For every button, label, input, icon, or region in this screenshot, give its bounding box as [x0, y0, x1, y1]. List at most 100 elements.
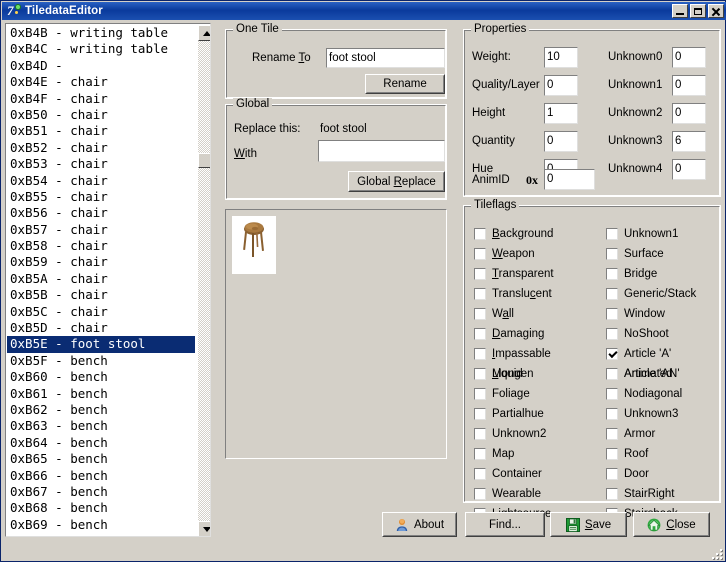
- checkbox-box[interactable]: [606, 348, 618, 360]
- checkbox-box[interactable]: [474, 488, 486, 500]
- list-item[interactable]: 0xB4B - writing table: [7, 25, 195, 41]
- tileflag-checkbox[interactable]: Bridge: [606, 268, 657, 280]
- checkbox-box[interactable]: [474, 468, 486, 480]
- checkbox-box[interactable]: [606, 248, 618, 260]
- rename-button[interactable]: Rename: [365, 74, 445, 94]
- save-button[interactable]: Save: [550, 512, 627, 537]
- list-item[interactable]: 0xB65 - bench: [7, 451, 195, 467]
- list-item[interactable]: 0xB50 - chair: [7, 107, 195, 123]
- list-item[interactable]: 0xB51 - chair: [7, 123, 195, 139]
- tileflag-checkbox[interactable]: Damaging: [474, 328, 544, 340]
- tileflag-checkbox[interactable]: NoShoot: [606, 328, 669, 340]
- scrollbar-thumb[interactable]: [198, 153, 211, 168]
- tileflag-checkbox[interactable]: Window: [606, 308, 665, 320]
- list-item[interactable]: 0xB4F - chair: [7, 91, 195, 107]
- property-input[interactable]: 0: [672, 75, 706, 96]
- tileflag-checkbox[interactable]: StairRight: [606, 488, 675, 500]
- tileflag-checkbox[interactable]: Foliage: [474, 388, 530, 400]
- tileflag-checkbox[interactable]: Armor: [606, 428, 655, 440]
- property-input[interactable]: 6: [672, 131, 706, 152]
- checkbox-box[interactable]: [606, 448, 618, 460]
- checkbox-box[interactable]: [474, 368, 486, 380]
- resize-grip[interactable]: [710, 547, 722, 559]
- tileflag-checkbox[interactable]: Mongen: [474, 368, 534, 380]
- checkbox-box[interactable]: [474, 348, 486, 360]
- tile-list-items[interactable]: 0xB4B - writing table0xB4C - writing tab…: [7, 25, 195, 535]
- tileflag-checkbox[interactable]: Wearable: [474, 488, 541, 500]
- list-item[interactable]: 0xB4C - writing table: [7, 41, 195, 57]
- checkbox-box[interactable]: [474, 308, 486, 320]
- animid-input[interactable]: 0: [544, 169, 595, 190]
- close-window-button[interactable]: [708, 4, 724, 18]
- property-input[interactable]: 0: [544, 131, 578, 152]
- tile-list[interactable]: 0xB4B - writing table0xB4C - writing tab…: [5, 23, 211, 537]
- checkbox-box[interactable]: [474, 388, 486, 400]
- tile-list-scrollbar[interactable]: [198, 25, 211, 537]
- property-input[interactable]: 0: [672, 47, 706, 68]
- list-item[interactable]: 0xB5F - bench: [7, 353, 195, 369]
- list-item[interactable]: 0xB6A - bench: [7, 533, 195, 535]
- tileflag-checkbox[interactable]: Door: [606, 468, 649, 480]
- list-item[interactable]: 0xB5E - foot stool: [7, 336, 195, 352]
- list-item[interactable]: 0xB63 - bench: [7, 418, 195, 434]
- property-input[interactable]: 0: [672, 159, 706, 180]
- tileflag-checkbox[interactable]: Article 'A': [606, 348, 671, 360]
- maximize-button[interactable]: [690, 4, 706, 18]
- checkbox-box[interactable]: [606, 328, 618, 340]
- checkbox-box[interactable]: [606, 308, 618, 320]
- checkbox-box[interactable]: [474, 328, 486, 340]
- list-item[interactable]: 0xB66 - bench: [7, 468, 195, 484]
- list-item[interactable]: 0xB4E - chair: [7, 74, 195, 90]
- list-item[interactable]: 0xB52 - chair: [7, 140, 195, 156]
- checkbox-box[interactable]: [606, 488, 618, 500]
- global-replace-button[interactable]: Global Replace: [348, 171, 445, 192]
- title-bar[interactable]: 7 TiledataEditor: [2, 2, 726, 20]
- tileflag-checkbox[interactable]: Nodiagonal: [606, 388, 682, 400]
- tileflag-checkbox[interactable]: Partialhue: [474, 408, 544, 420]
- list-item[interactable]: 0xB60 - bench: [7, 369, 195, 385]
- list-item[interactable]: 0xB54 - chair: [7, 173, 195, 189]
- minimize-button[interactable]: [672, 4, 688, 18]
- scroll-down-button[interactable]: [198, 521, 211, 537]
- tileflag-checkbox[interactable]: Unknown2: [474, 428, 546, 440]
- checkbox-box[interactable]: [606, 368, 618, 380]
- property-input[interactable]: 0: [672, 103, 706, 124]
- tileflag-checkbox[interactable]: Weapon: [474, 248, 535, 260]
- scrollbar-track[interactable]: [198, 41, 211, 521]
- list-item[interactable]: 0xB64 - bench: [7, 435, 195, 451]
- property-input[interactable]: 10: [544, 47, 578, 68]
- list-item[interactable]: 0xB61 - bench: [7, 386, 195, 402]
- list-item[interactable]: 0xB59 - chair: [7, 254, 195, 270]
- list-item[interactable]: 0xB62 - bench: [7, 402, 195, 418]
- checkbox-box[interactable]: [606, 428, 618, 440]
- close-button[interactable]: Close: [633, 512, 710, 537]
- tileflag-checkbox[interactable]: Transparent: [474, 268, 554, 280]
- checkbox-box[interactable]: [606, 408, 618, 420]
- list-item[interactable]: 0xB69 - bench: [7, 517, 195, 533]
- checkbox-box[interactable]: [474, 288, 486, 300]
- tileflag-checkbox[interactable]: Surface: [606, 248, 664, 260]
- tileflag-checkbox[interactable]: Unknown1: [606, 228, 678, 240]
- find-button[interactable]: Find...: [465, 512, 545, 537]
- tileflag-checkbox[interactable]: Container: [474, 468, 542, 480]
- checkbox-box[interactable]: [606, 468, 618, 480]
- list-item[interactable]: 0xB67 - bench: [7, 484, 195, 500]
- checkbox-box[interactable]: [606, 288, 618, 300]
- checkbox-box[interactable]: [474, 448, 486, 460]
- list-item[interactable]: 0xB68 - bench: [7, 500, 195, 516]
- list-item[interactable]: 0xB56 - chair: [7, 205, 195, 221]
- checkbox-box[interactable]: [606, 388, 618, 400]
- checkbox-box[interactable]: [474, 228, 486, 240]
- list-item[interactable]: 0xB55 - chair: [7, 189, 195, 205]
- property-input[interactable]: 1: [544, 103, 578, 124]
- tileflag-checkbox[interactable]: Unknown3: [606, 408, 678, 420]
- tileflag-checkbox[interactable]: Wall: [474, 308, 514, 320]
- list-item[interactable]: 0xB58 - chair: [7, 238, 195, 254]
- checkbox-box[interactable]: [606, 268, 618, 280]
- tileflag-checkbox[interactable]: Impassable: [474, 348, 551, 360]
- property-input[interactable]: 0: [544, 75, 578, 96]
- checkbox-box[interactable]: [474, 428, 486, 440]
- rename-to-input[interactable]: foot stool: [326, 48, 445, 68]
- list-item[interactable]: 0xB5C - chair: [7, 304, 195, 320]
- tileflag-checkbox[interactable]: Animated: [606, 368, 673, 380]
